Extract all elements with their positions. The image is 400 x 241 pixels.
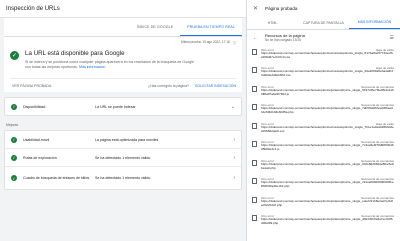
- tab-screenshot[interactable]: CAPTURA DE PANTALLA: [298, 16, 349, 29]
- document-icon: [252, 122, 257, 129]
- resource-body: Otro error Secuencia de comandos https://d…: [261, 159, 394, 174]
- view-tested-page-button[interactable]: VER PÁGINA PROBADA: [10, 84, 148, 88]
- tab-live-test[interactable]: PRUEBA EN TIEMPO REAL: [180, 18, 242, 36]
- chevron-right-icon[interactable]: ›: [233, 137, 235, 143]
- resource-url: https://diderand.com/wp-content/cache/au…: [261, 198, 393, 207]
- resource-body: Otro error Hoja de estilo https://diderand…: [261, 66, 394, 81]
- resource-url: https://diderand.com/wp-content/cache/au…: [261, 69, 393, 78]
- resources-subtitle: No se han cargado 13/16: [265, 38, 301, 43]
- list-item[interactable]: Otro error Secuencia de comandos https://d…: [247, 213, 400, 232]
- resource-url: https://diderand.com/wp-content/cache/au…: [261, 180, 394, 189]
- resource-body: Otro error Secuencia de comandos https://d…: [261, 85, 394, 100]
- last-test-text: Última prueba: 15 ago 2022, 17:18: [180, 40, 230, 44]
- resource-body: Otro error Secuencia de comandos https://d…: [261, 196, 394, 211]
- resources-list: Otro error Hoja de estilo https://diderand…: [247, 46, 400, 231]
- inspection-header: Inspección de URLs: [0, 0, 246, 18]
- tab-html[interactable]: HTML: [247, 16, 298, 29]
- resource-body: Otro error Secuencia de comandos https://d…: [261, 140, 394, 155]
- tested-page-title: Página probada: [265, 5, 298, 11]
- availability-label: Disponibilidad: [23, 104, 46, 109]
- availability-value: La URL se puede indexar: [95, 104, 136, 109]
- result-hero: ✓ La URL está disponible para Google Si …: [10, 47, 236, 70]
- resources-header: ← Recursos de la página No se han cargad…: [247, 30, 400, 46]
- check-circle-icon: ✓: [11, 103, 17, 110]
- document-icon: [252, 159, 257, 166]
- list-item[interactable]: Otro error Secuencia de comandos https://d…: [247, 194, 400, 213]
- fixed-page-question: ¿Has corregido la página?: [147, 83, 190, 88]
- list-item[interactable]: Otro error Secuencia de comandos https://d…: [247, 83, 400, 102]
- document-icon: [252, 178, 257, 185]
- resource-url: https://diderand.com/wp-content/cache/au…: [261, 50, 393, 59]
- document-icon: [252, 85, 257, 92]
- enhancement-label: Usabilidad móvil: [23, 137, 50, 142]
- back-arrow-icon[interactable]: ←: [253, 35, 258, 41]
- inspection-card: ÍNDICE DE GOOGLE PRUEBA EN TIEMPO REAL Ú…: [4, 18, 242, 92]
- check-circle-icon: ✓: [11, 136, 17, 143]
- resource-url: https://diderand.com/wp-content/cache/au…: [261, 161, 394, 170]
- chevron-right-icon[interactable]: ›: [233, 175, 235, 181]
- tested-page-tabs: HTML CAPTURA DE PANTALLA MÁS INFORMACIÓN: [247, 16, 400, 30]
- resource-body: Otro error Hoja de estilo https://diderand…: [261, 122, 394, 137]
- resource-url: https://diderand.com/wp-content/cache/au…: [261, 143, 394, 152]
- list-item-mobile-usability[interactable]: ✓ Usabilidad móvil La página está optimi…: [5, 131, 241, 149]
- check-circle-icon: ✓: [10, 51, 19, 60]
- result-summary: ✓ La URL está disponible para Google Si …: [4, 47, 242, 92]
- result-description: Si se indexa y se posiciona como cualqui…: [25, 60, 195, 70]
- list-item-breadcrumbs[interactable]: ✓ Rutas de exploración Se ha detectado 1…: [5, 149, 241, 167]
- last-test-meta: Última prueba: 15 ago 2022, 17:18 ⓘ: [4, 37, 242, 47]
- learn-more-link[interactable]: Más información: [79, 65, 105, 69]
- list-item[interactable]: Otro error Secuencia de comandos https://d…: [247, 102, 400, 121]
- tab-google-index[interactable]: ÍNDICE DE GOOGLE: [130, 18, 180, 36]
- list-item[interactable]: Otro error Hoja de estilo https://diderand…: [247, 65, 400, 84]
- check-circle-icon: ✓: [11, 175, 17, 181]
- page-title: Inspección de URLs: [6, 5, 60, 12]
- url-inspection-panel: Inspección de URLs ÍNDICE DE GOOGLE PRUE…: [0, 0, 246, 241]
- resource-url: https://diderand.com/wp-content/cache/au…: [261, 87, 394, 96]
- request-indexing-button[interactable]: SOLICITAR INDEXACIÓN: [195, 84, 236, 88]
- close-icon[interactable]: ✕: [253, 5, 258, 12]
- check-circle-icon: ✓: [11, 154, 17, 161]
- resource-body: Otro error Secuencia de comandos https://d…: [261, 177, 394, 192]
- document-icon: [252, 141, 257, 148]
- tested-page-panel: ✕ Página probada HTML CAPTURA DE PANTALL…: [246, 0, 400, 241]
- resource-url: https://diderand.com/wp-content/cache/au…: [261, 217, 393, 226]
- enhancements-section-label: Mejoras: [6, 123, 19, 127]
- resource-url: https://diderand.com/wp-content/cache/au…: [261, 124, 394, 133]
- chevron-right-icon[interactable]: ›: [233, 155, 235, 161]
- enhancement-value: La página está optimizada para móviles: [95, 137, 159, 142]
- enhancement-value: Se ha detectado 1 elemento válido: [95, 176, 151, 180]
- resource-body: Otro error Secuencia de comandos https://d…: [261, 103, 394, 118]
- tested-page-header: ✕ Página probada: [247, 0, 400, 16]
- list-item[interactable]: Otro error Hoja de estilo https://diderand…: [247, 120, 400, 139]
- list-item[interactable]: Otro error Secuencia de comandos https://d…: [247, 157, 400, 176]
- filter-icon[interactable]: ☰: [390, 35, 394, 41]
- document-icon: [252, 215, 257, 222]
- list-item-sitelinks-searchbox[interactable]: ✓ Cuadro de búsqueda de enlaces de sitio…: [5, 167, 241, 189]
- enhancement-value: Se ha detectado 1 elemento válido: [95, 155, 151, 160]
- enhancements-list: ✓ Usabilidad móvil La página está optimi…: [4, 130, 242, 190]
- list-item[interactable]: Otro error Secuencia de comandos https://d…: [247, 139, 400, 158]
- list-item[interactable]: Otro error Secuencia de comandos https://d…: [247, 176, 400, 195]
- action-row: VER PÁGINA PROBADA ¿Has corregido la pág…: [10, 78, 236, 92]
- availability-row[interactable]: ✓ Disponibilidad La URL se puede indexar…: [4, 97, 242, 116]
- resource-body: Otro error Secuencia de comandos https://d…: [261, 214, 394, 229]
- result-title: La URL está disponible para Google: [25, 50, 125, 57]
- list-item[interactable]: Otro error Hoja de estilo https://diderand…: [247, 46, 400, 65]
- document-icon: [252, 104, 257, 111]
- enhancement-label: Cuadro de búsqueda de enlaces de sitios: [23, 175, 90, 180]
- tab-bar: ÍNDICE DE GOOGLE PRUEBA EN TIEMPO REAL: [4, 18, 242, 37]
- resource-url: https://diderand.com/wp-content/cache/au…: [261, 106, 393, 115]
- help-icon[interactable]: ⓘ: [233, 40, 236, 45]
- tab-more-info[interactable]: MÁS INFORMACIÓN: [349, 16, 400, 29]
- result-desc-text: Si se indexa y se posiciona como cualqui…: [25, 60, 195, 69]
- enhancement-label: Rutas de exploración: [23, 155, 57, 160]
- resource-body: Otro error Hoja de estilo https://diderand…: [261, 48, 394, 63]
- document-icon: [252, 48, 257, 55]
- chevron-down-icon[interactable]: ⌄: [231, 104, 235, 110]
- document-icon: [252, 196, 257, 203]
- document-icon: [252, 67, 257, 74]
